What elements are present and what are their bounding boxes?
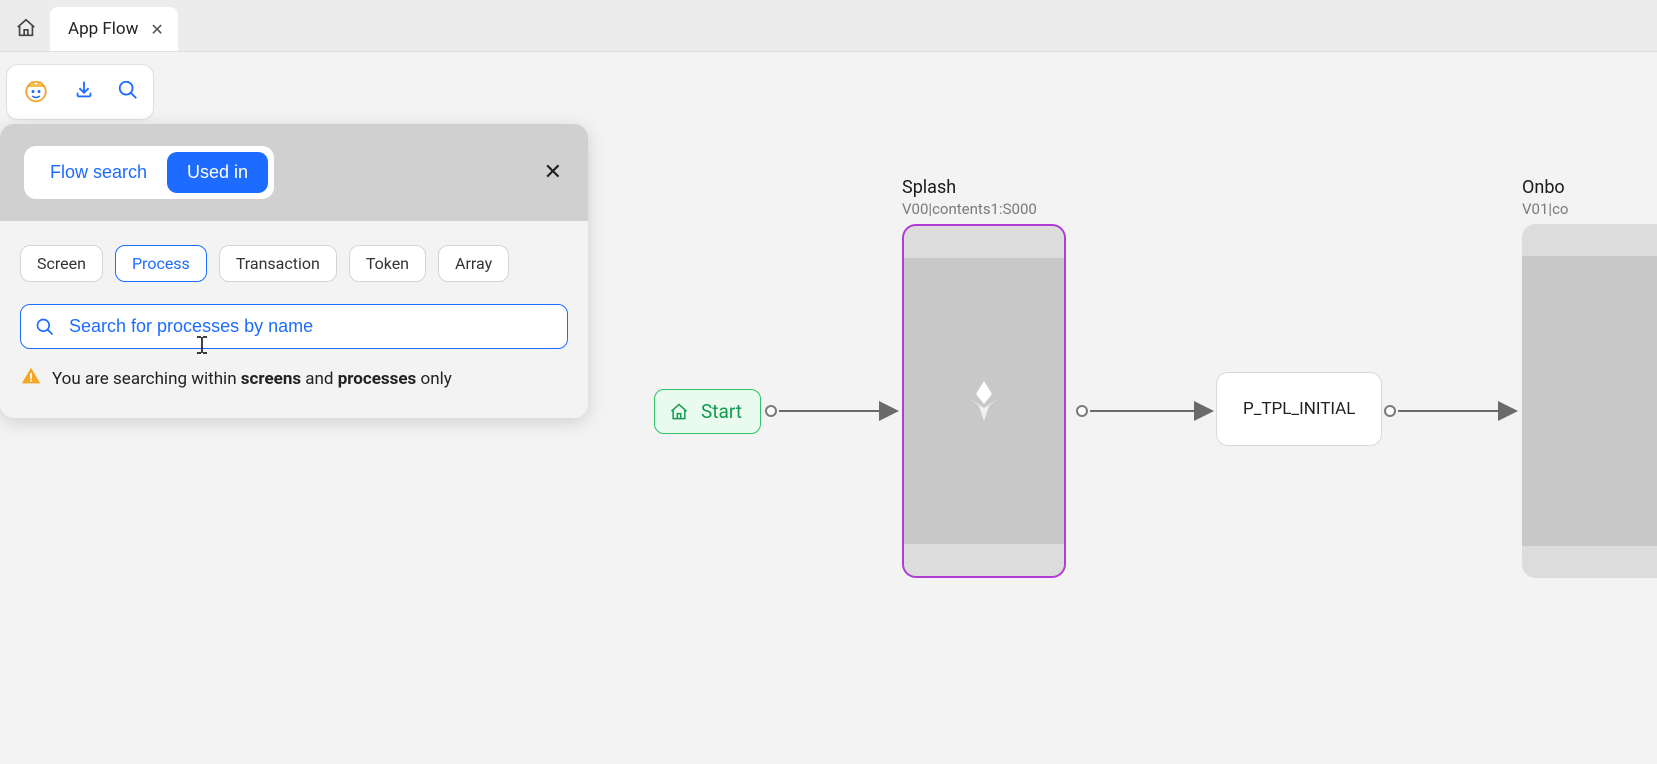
onboarding-screen-preview[interactable] bbox=[1522, 224, 1657, 578]
filter-array[interactable]: Array bbox=[438, 245, 509, 282]
port-start-out[interactable] bbox=[765, 405, 777, 417]
port-splash-out[interactable] bbox=[1076, 405, 1088, 417]
search-icon bbox=[35, 317, 55, 337]
close-icon[interactable]: ✕ bbox=[538, 154, 568, 191]
filter-process[interactable]: Process bbox=[115, 245, 207, 282]
tab-flow-search[interactable]: Flow search bbox=[30, 152, 167, 193]
download-icon[interactable] bbox=[73, 79, 95, 105]
scope-text-suffix: only bbox=[416, 369, 451, 389]
onboarding-title: Onbo bbox=[1522, 177, 1657, 198]
text-cursor-icon bbox=[195, 335, 209, 355]
connector-start-splash bbox=[779, 405, 903, 419]
warning-icon bbox=[20, 365, 42, 392]
home-button[interactable] bbox=[6, 9, 46, 47]
scope-text-prefix: You are searching within bbox=[52, 369, 241, 389]
splash-title: Splash bbox=[902, 177, 1066, 198]
splash-screen-preview[interactable] bbox=[902, 224, 1066, 578]
tab-close-icon[interactable]: ✕ bbox=[150, 20, 163, 39]
onboarding-sub: V01|co bbox=[1522, 200, 1657, 218]
flow-splash-node[interactable]: Splash V00|contents1:S000 bbox=[902, 177, 1066, 578]
process-label: P_TPL_INITIAL bbox=[1243, 399, 1355, 419]
filter-transaction[interactable]: Transaction bbox=[219, 245, 337, 282]
splash-sub: V00|contents1:S000 bbox=[902, 200, 1066, 218]
scope-bold-processes: processes bbox=[338, 369, 417, 389]
flow-start-node[interactable]: Start bbox=[654, 389, 761, 434]
port-process-out[interactable] bbox=[1384, 405, 1396, 417]
start-label: Start bbox=[701, 400, 742, 423]
flow-process-node[interactable]: P_TPL_INITIAL bbox=[1216, 372, 1382, 446]
home-icon bbox=[15, 17, 37, 39]
connector-splash-process bbox=[1090, 405, 1218, 419]
filter-screen[interactable]: Screen bbox=[20, 245, 103, 282]
filter-token[interactable]: Token bbox=[349, 245, 426, 282]
tab-used-in[interactable]: Used in bbox=[167, 152, 268, 193]
search-panel-header: Flow search Used in ✕ bbox=[0, 124, 588, 221]
search-input[interactable] bbox=[67, 315, 553, 338]
app-logo-icon[interactable] bbox=[21, 75, 51, 109]
home-icon bbox=[669, 402, 689, 422]
search-mode-segmented: Flow search Used in bbox=[24, 146, 274, 199]
search-panel-body: Screen Process Transaction Token Array bbox=[0, 221, 588, 418]
tab-app-flow[interactable]: App Flow ✕ bbox=[50, 7, 178, 51]
splash-app-icon bbox=[959, 376, 1009, 426]
search-icon[interactable] bbox=[117, 79, 139, 105]
scope-bold-screens: screens bbox=[241, 369, 301, 389]
search-scope-note: You are searching within screens and pro… bbox=[20, 365, 568, 392]
connector-process-onboarding bbox=[1398, 405, 1522, 419]
flow-onboarding-node[interactable]: Onbo V01|co bbox=[1522, 177, 1657, 578]
mini-toolbar bbox=[6, 64, 154, 120]
filter-row: Screen Process Transaction Token Array bbox=[20, 245, 568, 282]
tab-strip: App Flow ✕ bbox=[0, 0, 1657, 52]
scope-text-mid: and bbox=[301, 369, 338, 389]
tab-title: App Flow bbox=[68, 19, 138, 39]
search-field[interactable] bbox=[20, 304, 568, 349]
search-panel: Flow search Used in ✕ Screen Process Tra… bbox=[0, 124, 588, 418]
